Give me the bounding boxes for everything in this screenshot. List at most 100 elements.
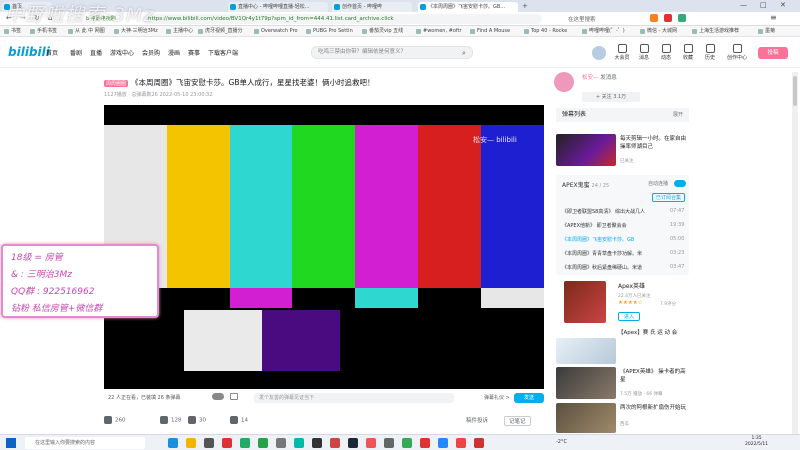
extension-icon[interactable] (650, 14, 658, 22)
site-search-input[interactable]: 吃鸡三禁由你带？编辑依是何意义？ (311, 46, 473, 59)
notes-button[interactable]: 记笔记 (504, 416, 531, 426)
bookmark-item[interactable]: PUBG Pro Settin (306, 27, 353, 36)
follow-button[interactable]: + 关注 3.1万 (582, 92, 640, 102)
menu-icon[interactable]: ≡ (770, 13, 777, 22)
enter-game-button[interactable]: 进入 (618, 312, 641, 321)
video-thumbnail[interactable] (556, 338, 616, 364)
danmaku-toggle[interactable] (212, 393, 224, 400)
tab-live-center[interactable]: 直播中心 - 哔哩哔哩直播-轻松... (228, 2, 328, 12)
app-icon[interactable] (222, 438, 232, 448)
app-icon[interactable] (330, 438, 340, 448)
nav-live[interactable]: 直播 (90, 48, 102, 57)
danmaku-etiquette-link[interactable]: 弹幕礼仪 > (484, 394, 510, 401)
app-icon[interactable] (204, 438, 214, 448)
history-button[interactable]: 历史 (700, 44, 720, 61)
new-tab-icon[interactable]: + (522, 2, 528, 10)
nav-game-center[interactable]: 游戏中心 (110, 48, 134, 57)
creator-center-button[interactable]: 创作中心 (722, 44, 752, 61)
bookmark-item[interactable]: 虎牙视频_直播分 (198, 27, 243, 36)
collection-item[interactable]: 《APEX他新》 即卫者聚会会 19:39 (562, 222, 684, 229)
nav-anime[interactable]: 番剧 (70, 48, 82, 57)
extension-icon[interactable] (678, 14, 686, 22)
page-scrollbar[interactable] (792, 72, 798, 434)
bookmark-item[interactable]: Find A Mouse (470, 27, 510, 36)
collection-item[interactable]: 《本周周圈》秋后紧盘稀硬山。米道 03:47 (562, 264, 684, 271)
tab-video[interactable]: 《本周周圈》飞宙安慰卡莎。GB... (418, 2, 518, 12)
game-card[interactable]: Apex英雄 22.4万人已关注 ★★★★☆ 7.9评分 进入 【Apex】赛 … (556, 279, 689, 339)
folder-icon[interactable] (186, 438, 196, 448)
nav-mall[interactable]: 会员购 (142, 48, 160, 57)
bookmark-item[interactable]: 主播中心 (166, 27, 193, 36)
app-icon[interactable] (474, 438, 484, 448)
bookmark-item[interactable]: 微信 - 大城网 (640, 27, 677, 36)
edge-icon[interactable] (168, 438, 178, 448)
taskbar-search[interactable]: 在这里输入你要搜索的内容 (25, 437, 145, 449)
bookmark-item[interactable]: 大神·三明治3Mz (114, 27, 158, 36)
app-icon[interactable] (384, 438, 394, 448)
danmaku-settings-icon[interactable] (230, 393, 238, 400)
avatar[interactable] (592, 46, 606, 60)
bookmark-item[interactable]: 哔哩哔哩(゜-゜) (582, 27, 625, 36)
search-icon[interactable]: ⌕ (462, 49, 466, 58)
scrollbar-thumb[interactable] (793, 76, 797, 106)
bookmark-item[interactable]: 从 此 中 网图 (68, 27, 105, 36)
collection-item[interactable]: 《本周周圈》青青草盘卡莎功解。米 03:23 (562, 250, 684, 257)
close-icon[interactable]: ✕ (780, 1, 786, 9)
favorites-button[interactable]: 收藏 (678, 44, 698, 61)
recommended-video[interactable]: 《APEX英雄》 操卡者的高星 7.5万 播放 · 66 弹幕 (556, 367, 691, 399)
app-icon[interactable] (276, 438, 286, 448)
app-icon[interactable] (438, 438, 448, 448)
recommended-video[interactable]: 每天剪辑一小时。在家自由操率师湖目己 已关注 (556, 134, 691, 166)
favorite-button[interactable]: 30 (188, 416, 206, 424)
video-player[interactable] (104, 105, 544, 389)
app-icon[interactable] (402, 438, 412, 448)
report-link[interactable]: 稿件投诉 (466, 416, 488, 424)
bookmark-item[interactable]: 墨菊 (758, 27, 775, 36)
share-button[interactable]: 14 (230, 416, 248, 424)
bookmark-item[interactable]: Top 40 - Rocke (524, 27, 567, 36)
windows-start-icon[interactable] (6, 438, 16, 448)
bilibili-logo[interactable]: bilibili (8, 45, 50, 59)
weather[interactable]: -2°C (556, 439, 567, 445)
send-danmaku-button[interactable]: 发送 (514, 393, 544, 403)
browser-search-field[interactable]: 在这里搜索 (568, 15, 596, 23)
bookmark-item[interactable]: 番茄灵vip 五线 (362, 27, 403, 36)
bookmark-item[interactable]: Overwatch Pro (254, 27, 298, 36)
bookmark-item[interactable]: 书签 (4, 27, 21, 36)
maximize-icon[interactable]: □ (760, 1, 767, 9)
autoplay-toggle[interactable] (674, 180, 686, 187)
nav-home[interactable]: 首页 (46, 48, 58, 57)
clock[interactable]: 1:35 2022/5/11 (745, 436, 768, 448)
bookmark-item[interactable]: 上海生活游戏推荐 (692, 27, 739, 36)
collection-item[interactable]: 《即卫者联盟S8高清》 综出大战几人 07:47 (562, 208, 684, 215)
recommended-video[interactable]: 两次的阿根新扩扇伤开始玩 西瓜 (556, 403, 691, 433)
danmaku-input[interactable]: 发个友善的弹幕见证当下 (254, 393, 454, 403)
vip-button[interactable]: 大会员 (612, 44, 632, 61)
subscribe-collection-button[interactable]: 已订阅合集 (652, 193, 686, 202)
app-icon[interactable] (312, 438, 322, 448)
app-icon[interactable] (240, 438, 250, 448)
bookmark-item[interactable]: 手机书签 (30, 27, 57, 36)
app-icon[interactable] (420, 438, 430, 448)
bookmark-item[interactable]: #women, #oftr (416, 27, 462, 36)
url-field[interactable]: https://www.bilibili.com/video/BV1Qr4y1t… (142, 14, 542, 24)
wechat-icon[interactable] (258, 438, 268, 448)
nav-comic[interactable]: 漫画 (168, 48, 180, 57)
tab-creator[interactable]: 创作首页 - 哔哩哔 (332, 2, 412, 12)
up-avatar[interactable] (554, 72, 574, 92)
nav-download[interactable]: 下载客户端 (208, 48, 238, 57)
app-icon[interactable] (366, 438, 376, 448)
app-icon[interactable] (294, 438, 304, 448)
app-icon[interactable] (456, 438, 466, 448)
collection-item-active[interactable]: 《本周周圈》飞宙安慰卡莎。GB 05:00 (562, 236, 684, 243)
steam-icon[interactable] (348, 438, 358, 448)
dynamics-button[interactable]: 动态 (656, 44, 676, 61)
up-name[interactable]: 松安— 发消息 (582, 73, 617, 81)
messages-button[interactable]: 消息 (634, 44, 654, 61)
like-button[interactable]: 260 (104, 416, 126, 424)
nav-esports[interactable]: 赛事 (188, 48, 200, 57)
minimize-icon[interactable]: — (740, 1, 747, 9)
coin-button[interactable]: 128 (160, 416, 182, 424)
danmaku-list-header[interactable]: 弹幕列表 展开 (556, 108, 689, 122)
upload-button[interactable]: 投稿 (758, 47, 788, 59)
